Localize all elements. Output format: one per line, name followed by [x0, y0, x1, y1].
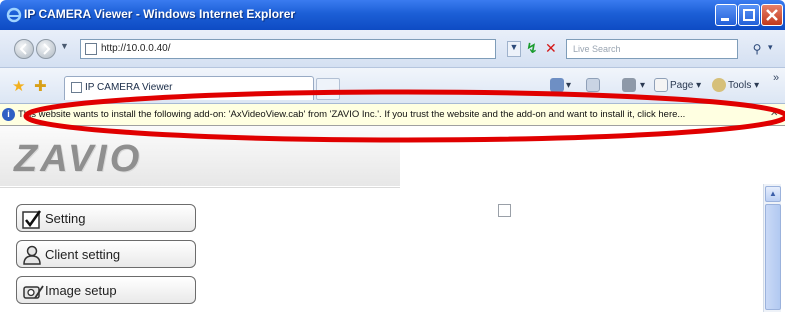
vertical-scrollbar[interactable]: ▲: [763, 184, 781, 312]
search-input[interactable]: Live Search: [566, 39, 738, 59]
close-icon: [766, 9, 778, 21]
address-input[interactable]: http://10.0.0.40/: [80, 39, 496, 59]
add-favorites-icon[interactable]: ✚: [34, 77, 47, 95]
ie-logo-icon: [6, 7, 22, 23]
image-setup-label: Image setup: [45, 283, 117, 298]
home-icon[interactable]: [550, 78, 564, 92]
new-tab-button[interactable]: [316, 78, 340, 100]
page-content: ZAVIO Setting Client setting Image setup: [0, 126, 785, 312]
client-setting-label: Client setting: [45, 247, 121, 262]
page-menu-label: Page: [670, 80, 694, 91]
stop-icon: ✕: [545, 40, 557, 56]
minimize-icon: [721, 18, 729, 21]
search-icon: ⚲: [752, 42, 762, 56]
infobar-close-icon[interactable]: ✕: [770, 108, 778, 119]
refresh-icon: ↯: [526, 40, 538, 56]
information-bar-message: This website wants to install the follow…: [18, 109, 686, 120]
tab-label: IP CAMERA Viewer: [85, 82, 173, 93]
print-dropdown-arrow: ▾: [640, 80, 646, 91]
tools-menu-label: Tools: [728, 80, 752, 91]
information-bar[interactable]: i This website wants to install the foll…: [0, 104, 785, 126]
setting-label: Setting: [45, 211, 86, 226]
print-icon[interactable]: [622, 78, 636, 92]
scroll-up-arrow-icon[interactable]: ▲: [765, 186, 781, 202]
minimize-button[interactable]: [715, 4, 737, 26]
tab-ip-camera-viewer[interactable]: IP CAMERA Viewer: [64, 76, 314, 100]
maximize-icon: [743, 9, 755, 21]
toolbar-overflow-icon[interactable]: »: [773, 72, 779, 84]
stop-button[interactable]: ✕: [545, 39, 561, 57]
client-setting-button[interactable]: Client setting: [16, 240, 196, 268]
window-title: IP CAMERA Viewer - Windows Internet Expl…: [24, 7, 296, 21]
zavio-logo: ZAVIO: [14, 138, 143, 180]
page-favicon-icon: [85, 43, 97, 55]
address-dropdown-button[interactable]: ▼: [507, 41, 521, 57]
tab-favicon-icon: [71, 82, 82, 93]
title-bar: IP CAMERA Viewer - Windows Internet Expl…: [0, 0, 785, 30]
favorites-star-icon[interactable]: ★: [12, 77, 25, 95]
tools-gear-icon: [712, 78, 726, 92]
back-button[interactable]: [14, 39, 34, 59]
refresh-button[interactable]: ↯: [526, 39, 542, 57]
arrow-right-icon: [43, 43, 51, 55]
maximize-button[interactable]: [738, 4, 760, 26]
banner-divider: [0, 187, 400, 188]
image-setup-button[interactable]: Image setup: [16, 276, 196, 304]
address-toolbar: ▼ http://10.0.0.40/ ▼ ↯ ✕ Live Search ⚲ …: [0, 30, 785, 68]
plugin-placeholder-checkbox[interactable]: [498, 204, 511, 217]
search-placeholder: Live Search: [573, 44, 621, 54]
tools-menu[interactable]: Tools ▾: [728, 80, 759, 91]
url-text: http://10.0.0.40/: [101, 43, 171, 54]
info-shield-icon: i: [2, 108, 15, 121]
camera-icon: [23, 285, 44, 299]
feeds-icon[interactable]: [586, 78, 600, 92]
page-menu[interactable]: Page ▾: [670, 80, 701, 91]
scroll-thumb[interactable]: [765, 204, 781, 310]
setting-button[interactable]: Setting: [16, 204, 196, 232]
search-options-dropdown[interactable]: ▾: [768, 42, 773, 53]
user-icon: [23, 245, 41, 265]
home-dropdown-arrow: ▾: [566, 80, 572, 91]
arrow-left-icon: [19, 43, 27, 55]
checkmark-icon: [22, 210, 42, 229]
search-button[interactable]: ⚲: [748, 39, 766, 59]
tab-toolbar: ★ ✚ IP CAMERA Viewer ▾ ▾ Page ▾ Tools ▾ …: [0, 68, 785, 104]
recent-pages-dropdown[interactable]: ▼: [60, 41, 69, 51]
forward-button[interactable]: [36, 39, 56, 59]
browser-window: IP CAMERA Viewer - Windows Internet Expl…: [0, 0, 785, 312]
logo-banner: ZAVIO: [0, 126, 400, 186]
page-icon: [654, 78, 668, 92]
close-button[interactable]: [761, 4, 783, 26]
